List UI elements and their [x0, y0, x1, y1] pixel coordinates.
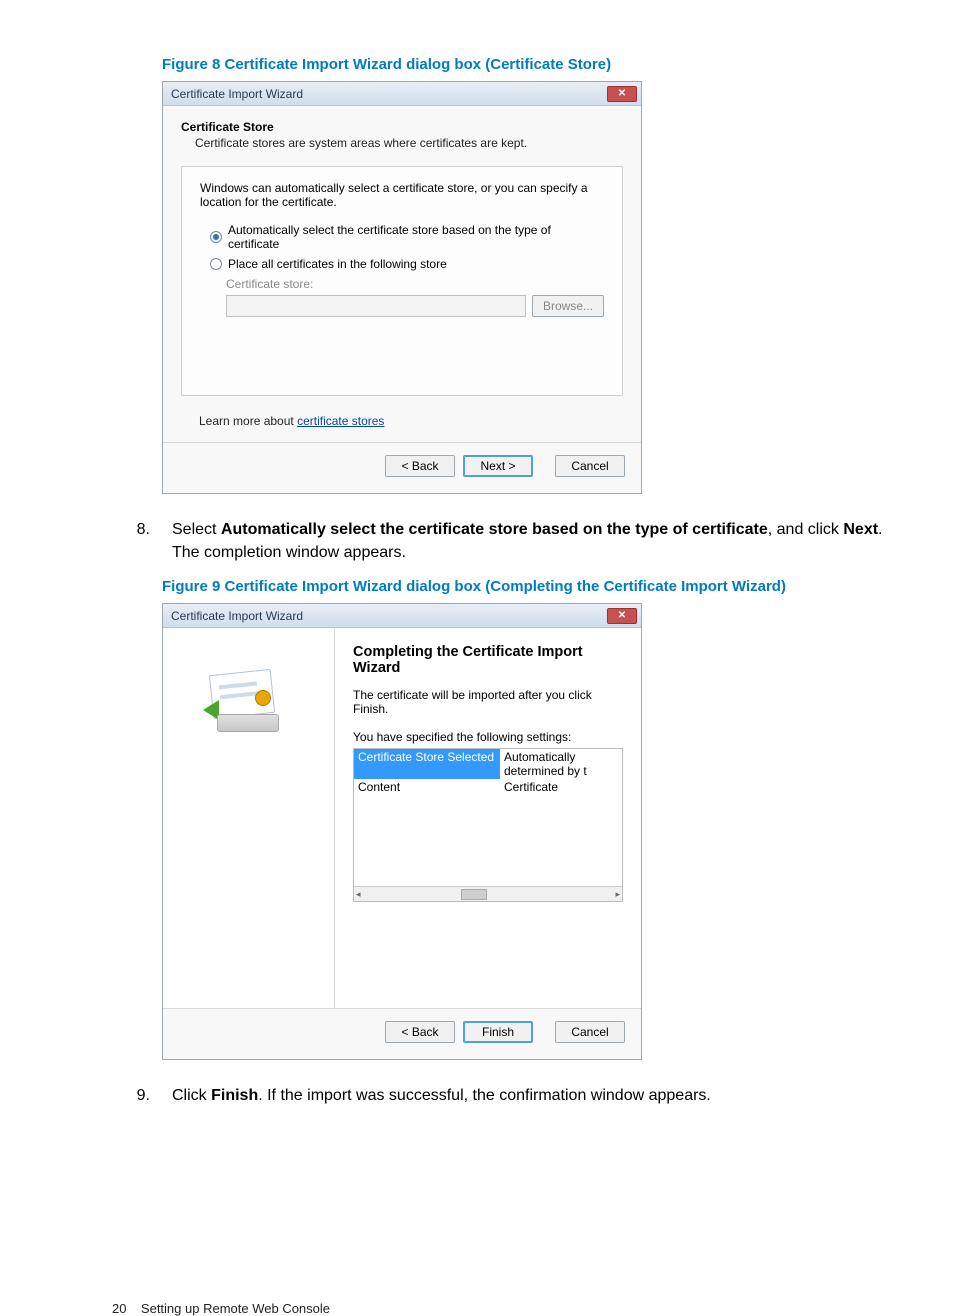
cert-store-label: Certificate store: [226, 277, 604, 291]
cancel-button[interactable]: Cancel [555, 455, 625, 477]
cert-store-input[interactable] [226, 295, 526, 317]
section-heading: Certificate Store [181, 120, 623, 134]
scroll-right-icon[interactable]: ▸ [615, 889, 620, 900]
scroll-thumb[interactable] [461, 889, 487, 900]
learn-more-link[interactable]: certificate stores [297, 414, 384, 428]
page-footer: 20 Setting up Remote Web Console [112, 1301, 330, 1316]
intro-text: Windows can automatically select a certi… [200, 181, 604, 209]
back-button[interactable]: < Back [385, 1021, 455, 1043]
step-number: 9. [132, 1084, 150, 1107]
dialog-titlebar: Certificate Import Wizard ✕ [163, 604, 641, 628]
finish-button[interactable]: Finish [463, 1021, 533, 1043]
dialog-title: Certificate Import Wizard [171, 87, 303, 101]
list-value: Automatically determined by t [500, 749, 622, 779]
dialog-footer: < Back Next > Cancel [163, 442, 641, 493]
cert-store-dialog: Certificate Import Wizard ✕ Certificate … [162, 81, 642, 494]
browse-button[interactable]: Browse... [532, 295, 604, 317]
dialog-titlebar: Certificate Import Wizard ✕ [163, 82, 641, 106]
list-key: Content [354, 779, 500, 795]
list-value: Certificate [500, 779, 622, 795]
radio-icon[interactable] [210, 258, 222, 270]
footer-section: Setting up Remote Web Console [141, 1301, 330, 1316]
completion-line1: The certificate will be imported after y… [353, 688, 623, 716]
figure9-caption: Figure 9 Certificate Import Wizard dialo… [162, 578, 914, 595]
close-icon[interactable]: ✕ [607, 86, 637, 102]
radio-place-label: Place all certificates in the following … [228, 257, 447, 271]
list-key[interactable]: Certificate Store Selected [354, 749, 500, 779]
back-button[interactable]: < Back [385, 455, 455, 477]
radio-icon[interactable] [210, 231, 222, 243]
step-number: 8. [132, 518, 150, 564]
close-icon[interactable]: ✕ [607, 608, 637, 624]
figure8-caption: Figure 8 Certificate Import Wizard dialo… [162, 56, 914, 73]
completion-line2: You have specified the following setting… [353, 730, 623, 744]
wizard-graphic [163, 628, 335, 1008]
learn-more-line: Learn more about certificate stores [199, 414, 623, 428]
step9-text: Click Finish. If the import was successf… [172, 1084, 711, 1107]
page-number: 20 [112, 1301, 126, 1316]
horizontal-scrollbar[interactable]: ◂ ▸ [354, 886, 622, 901]
next-button[interactable]: Next > [463, 455, 533, 477]
scroll-left-icon[interactable]: ◂ [356, 889, 361, 900]
radio-auto-select[interactable]: Automatically select the certificate sto… [210, 223, 604, 251]
completion-heading: Completing the Certificate Import Wizard [353, 644, 623, 676]
settings-listbox[interactable]: Certificate Store Selected Automatically… [353, 748, 623, 902]
step8-text: Select Automatically select the certific… [172, 518, 914, 564]
radio-place-store[interactable]: Place all certificates in the following … [210, 257, 604, 271]
cancel-button[interactable]: Cancel [555, 1021, 625, 1043]
completion-dialog: Certificate Import Wizard ✕ Completing t… [162, 603, 642, 1060]
radio-auto-label: Automatically select the certificate sto… [228, 223, 604, 251]
dialog-footer: < Back Finish Cancel [163, 1008, 641, 1059]
section-subtext: Certificate stores are system areas wher… [195, 136, 623, 150]
dialog-title: Certificate Import Wizard [171, 609, 303, 623]
certificate-graphic-icon [199, 658, 299, 738]
